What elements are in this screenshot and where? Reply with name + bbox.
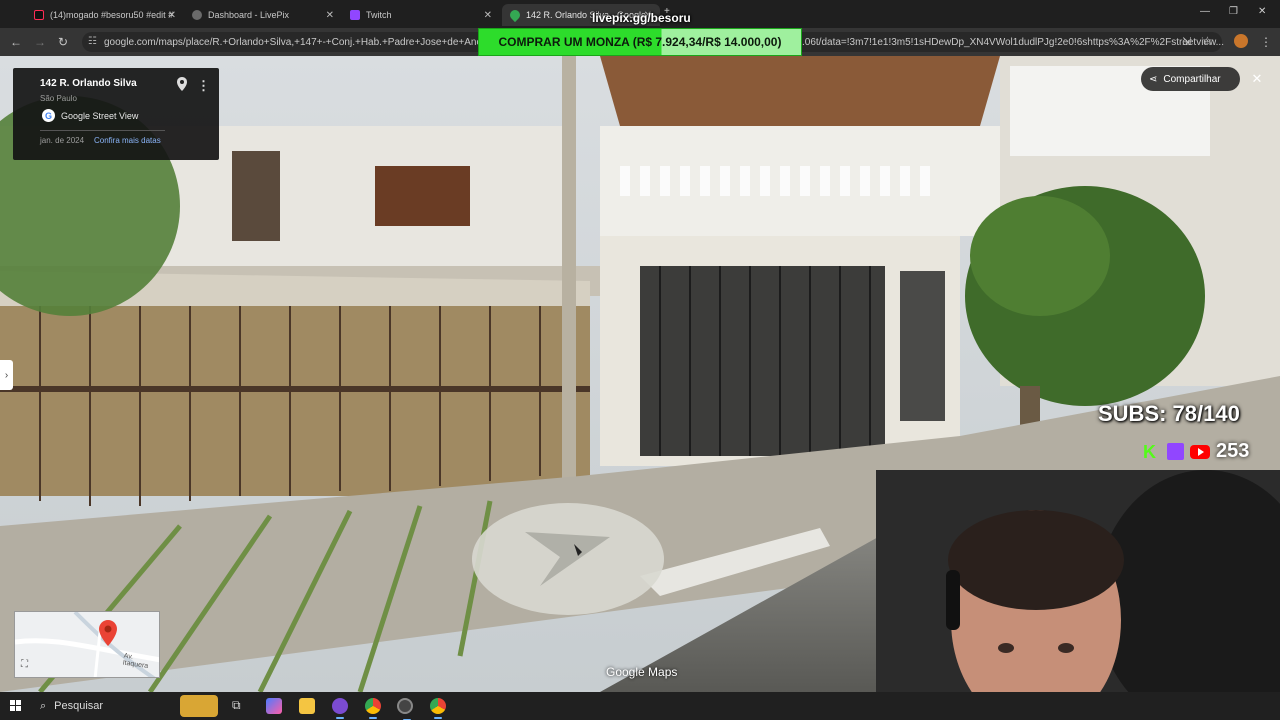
site-info-icon[interactable]: ☷: [88, 36, 97, 47]
install-app-icon[interactable]: ⇲: [1182, 35, 1191, 48]
livepix-handle: livepix.gg/besoru: [592, 11, 691, 25]
kick-icon: K: [1143, 441, 1156, 462]
more-dates-link[interactable]: Confira mais datas: [94, 136, 161, 145]
profile-avatar[interactable]: [1234, 34, 1248, 48]
window-close-icon[interactable]: ✕: [1258, 6, 1266, 17]
app-icon[interactable]: [332, 698, 348, 719]
chrome-icon[interactable]: [430, 698, 446, 719]
viewer-number: 253: [1216, 440, 1250, 462]
maps-pin-icon: [507, 7, 523, 23]
navigation-arrow-disc[interactable]: [470, 502, 666, 616]
divider: [40, 130, 165, 131]
place-title: 142 R. Orlando Silva: [40, 78, 137, 89]
share-label: Compartilhar: [1163, 73, 1221, 85]
url-text-right: .06t/data=!3m7!1e1!3m5!1sHDewDp_XN4VWol1…: [802, 37, 1224, 48]
search-placeholder: Pesquisar: [54, 700, 104, 712]
forward-icon[interactable]: →: [34, 35, 46, 49]
taskbar-search[interactable]: ⌕ Pesquisar: [32, 694, 172, 718]
restore-icon[interactable]: ❐: [1229, 6, 1238, 17]
google-maps-watermark: Google Maps: [606, 665, 678, 679]
url-text-left: google.com/maps/place/R.+Orlando+Silva,+…: [104, 37, 504, 48]
more-options-icon[interactable]: ⋮: [197, 78, 210, 94]
place-city: São Paulo: [40, 94, 77, 103]
tab-tiktok[interactable]: (14)mogado #besoru50 #edit # ✕: [26, 4, 184, 26]
task-view-icon[interactable]: ⧉: [232, 698, 248, 714]
copilot-icon[interactable]: [266, 698, 282, 714]
tab-livepix[interactable]: Dashboard - LivePix ✕: [184, 4, 342, 26]
bookmark-star-icon[interactable]: ☆: [1202, 34, 1213, 48]
share-icon: ⋖: [1149, 73, 1158, 85]
close-icon[interactable]: ✕: [326, 10, 334, 21]
location-pin-icon[interactable]: [177, 77, 187, 91]
windows-taskbar: ⌕ Pesquisar ⧉: [0, 692, 1280, 720]
donation-goal-text: COMPRAR UM MONZA (R$ 7.924,34/R$ 14.000,…: [498, 35, 782, 49]
obs-icon[interactable]: [397, 698, 413, 720]
tab-label: Dashboard - LivePix: [208, 10, 290, 20]
browser-menu-icon[interactable]: ⋮: [1260, 35, 1272, 49]
pikachu-widget-icon[interactable]: [180, 695, 218, 717]
youtube-icon: [1190, 444, 1210, 459]
close-street-view-icon[interactable]: ✕: [1246, 68, 1268, 90]
twitch-icon: [1167, 443, 1184, 460]
tab-label: (14)mogado #besoru50 #edit #: [50, 10, 174, 20]
webcam-image: [876, 470, 1280, 692]
expand-map-icon[interactable]: ⛶: [21, 659, 28, 670]
screen: (14)mogado #besoru50 #edit # ✕ Dashboard…: [0, 0, 1280, 720]
windows-start-icon[interactable]: [10, 700, 22, 712]
tab-twitch[interactable]: Twitch ✕: [342, 4, 500, 26]
twitch-icon: [350, 10, 360, 20]
close-icon[interactable]: ✕: [484, 10, 492, 21]
subs-counter: SUBS: 78/140: [1098, 401, 1240, 426]
street-view-info-card: 142 R. Orlando Silva São Paulo G Google …: [13, 68, 219, 160]
reload-icon[interactable]: ↻: [58, 35, 68, 49]
tab-label: Twitch: [366, 10, 392, 20]
search-icon: ⌕: [40, 699, 47, 712]
donation-goal-banner: COMPRAR UM MONZA (R$ 7.924,34/R$ 14.000,…: [478, 28, 802, 56]
tiktok-icon: [34, 10, 44, 20]
file-explorer-icon[interactable]: [299, 698, 315, 714]
streamer-webcam: [876, 470, 1280, 692]
capture-date: jan. de 2024: [40, 136, 85, 145]
livepix-icon: [192, 10, 202, 20]
viewer-count: K 253: [1143, 440, 1249, 463]
close-icon[interactable]: ✕: [168, 10, 176, 21]
provider-label: Google Street View: [61, 110, 139, 121]
minimize-icon[interactable]: —: [1200, 6, 1210, 17]
back-icon[interactable]: ←: [10, 35, 22, 49]
share-button[interactable]: ⋖ Compartilhar: [1141, 67, 1240, 91]
map-marker-icon: [99, 620, 117, 646]
provider-row: G Google Street View: [42, 109, 138, 122]
mini-map[interactable]: Av. Itaquera ⛶: [14, 611, 160, 678]
expand-side-panel-icon[interactable]: ›: [0, 360, 13, 390]
google-logo-icon: G: [42, 109, 55, 122]
chrome-icon[interactable]: [365, 698, 381, 719]
